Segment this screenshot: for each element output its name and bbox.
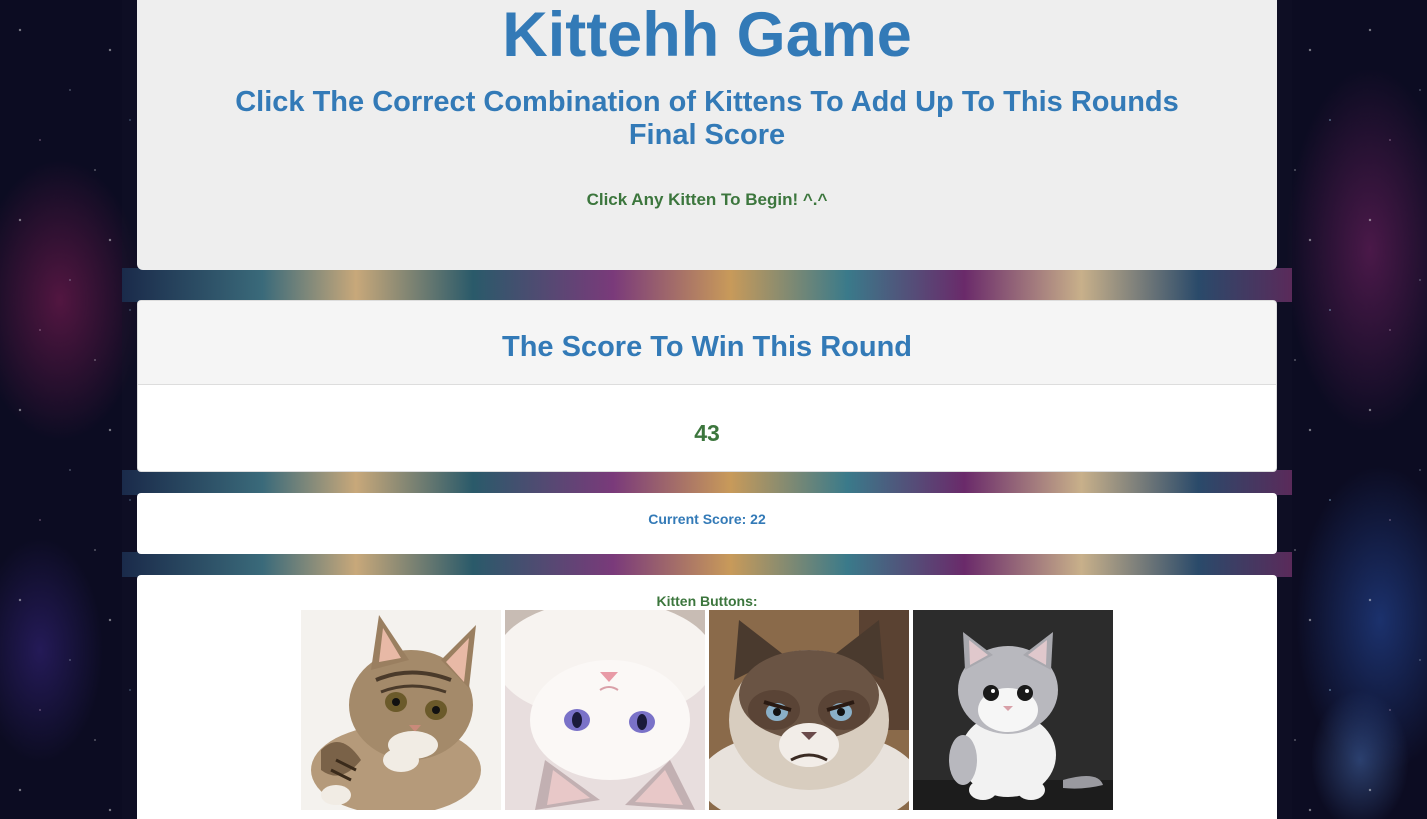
target-score-value: 43: [694, 420, 720, 446]
kitten-button-1[interactable]: [301, 610, 501, 810]
instructions-text: Click The Correct Combination of Kittens…: [235, 86, 1179, 151]
target-score-body: 43: [138, 385, 1276, 447]
target-score-panel: The Score To Win This Round 43: [137, 300, 1277, 472]
kitten-buttons-panel: Kitten Buttons:: [137, 575, 1277, 819]
kitten-button-3[interactable]: [709, 610, 909, 810]
nebula-band: [122, 268, 1292, 302]
white-kitten-upside-down-icon: [505, 610, 705, 810]
nebula-band: [122, 552, 1292, 577]
current-score-text: Current Score: 22: [648, 511, 766, 527]
jumbotron: Kittehh Game Click The Correct Combinati…: [137, 0, 1277, 270]
nebula-band: [122, 470, 1292, 495]
kitten-buttons-label: Kitten Buttons:: [656, 593, 758, 609]
grumpy-cat-icon: [709, 610, 909, 810]
grey-white-kitten-icon: [913, 610, 1113, 810]
current-score-panel: Current Score: 22: [137, 493, 1277, 554]
kitten-buttons-row: [137, 610, 1277, 810]
target-score-heading: The Score To Win This Round: [501, 331, 913, 363]
page-title: Kittehh Game: [502, 0, 912, 70]
tabby-kitten-icon: [301, 610, 501, 810]
target-score-heading-area: The Score To Win This Round: [138, 301, 1276, 385]
start-prompt: Click Any Kitten To Begin! ^.^: [586, 190, 828, 209]
kitten-button-2[interactable]: [505, 610, 705, 810]
kitten-button-4[interactable]: [913, 610, 1113, 810]
